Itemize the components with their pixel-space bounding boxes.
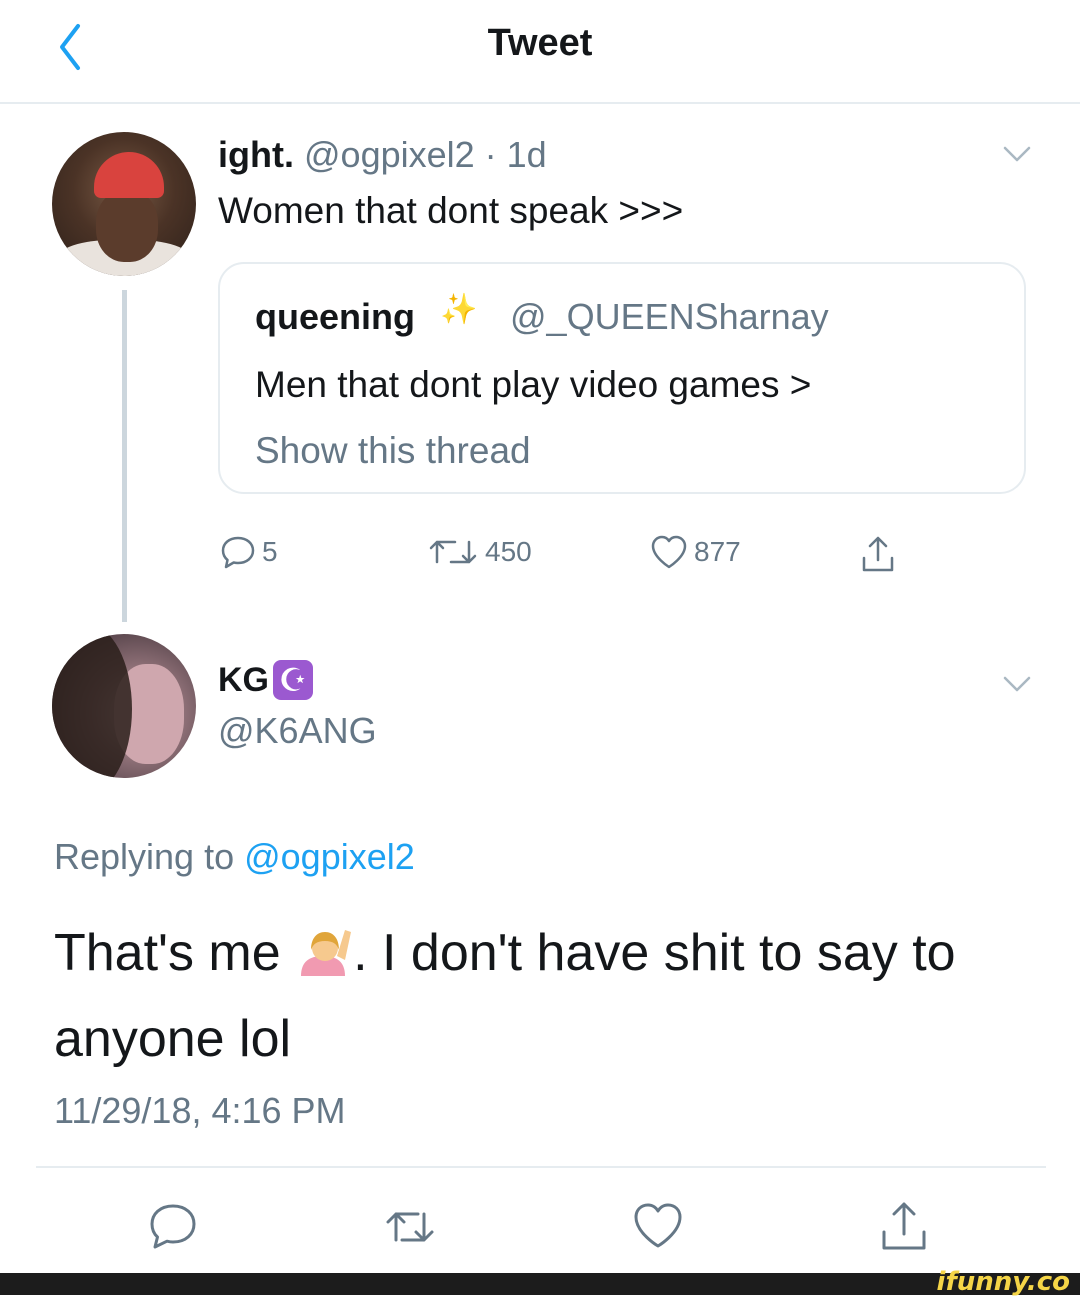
display-name[interactable]: KG ☪ xyxy=(218,660,313,700)
share-icon xyxy=(862,536,894,572)
thread-connector-line xyxy=(122,290,127,622)
avatar[interactable] xyxy=(52,132,196,276)
tweet-text-before: That's me xyxy=(54,924,296,982)
user-handle[interactable]: @K6ANG xyxy=(218,710,377,752)
share-button[interactable] xyxy=(856,532,904,576)
reply-icon[interactable] xyxy=(143,1196,203,1256)
chevron-down-icon[interactable] xyxy=(1002,674,1032,694)
tweet-age: 1d xyxy=(506,134,547,175)
reply-button[interactable]: 5 xyxy=(218,532,278,572)
heart-icon xyxy=(651,535,687,569)
reply-icon xyxy=(221,536,255,569)
woman-raising-hand-emoji-icon xyxy=(301,930,352,976)
ifunny-watermark: ifunny.co xyxy=(936,1267,1070,1297)
quoted-user-handle: @_QUEENSharnay xyxy=(510,296,829,337)
display-name[interactable]: ight. xyxy=(218,134,294,175)
quoted-display-name: queening xyxy=(255,296,415,337)
star-crescent-emoji: ☪ xyxy=(273,660,313,700)
display-name-text: KG xyxy=(218,660,269,699)
retweet-icon[interactable] xyxy=(380,1196,440,1256)
like-count: 877 xyxy=(694,536,741,567)
share-icon[interactable] xyxy=(874,1196,934,1256)
replying-to: Replying to @ogpixel2 xyxy=(54,836,415,878)
quoted-tweet-text: Men that dont play video games > xyxy=(255,364,812,405)
retweet-button[interactable]: 450 xyxy=(425,532,532,572)
reply-count: 5 xyxy=(262,536,278,567)
like-button[interactable]: 877 xyxy=(648,532,741,572)
replying-handle-link[interactable]: @ogpixel2 xyxy=(244,836,415,877)
show-thread-link[interactable]: Show this thread xyxy=(255,430,531,472)
chevron-down-icon[interactable] xyxy=(1002,144,1032,164)
watermark-bar xyxy=(0,1273,1080,1295)
action-divider xyxy=(36,1166,1046,1168)
heart-icon[interactable] xyxy=(628,1196,688,1256)
tweet-text: That's me . I don't have shit to say to … xyxy=(54,910,1044,1082)
dot-separator: · xyxy=(474,134,507,175)
sparkles-emoji: ✨ xyxy=(440,293,478,326)
retweet-icon xyxy=(429,540,477,564)
page-title: Tweet xyxy=(487,22,593,64)
tweet-text: Women that dont speak >>> xyxy=(218,190,684,231)
replying-prefix: Replying to xyxy=(54,836,245,877)
avatar[interactable] xyxy=(52,634,196,778)
user-handle[interactable]: @ogpixel2 xyxy=(304,134,475,175)
tweet-timestamp: 11/29/18, 4:16 PM xyxy=(54,1090,346,1131)
header-divider xyxy=(0,102,1080,104)
tweet-header: ight. @ogpixel2 · 1d xyxy=(218,134,547,176)
retweet-count: 450 xyxy=(485,536,532,567)
